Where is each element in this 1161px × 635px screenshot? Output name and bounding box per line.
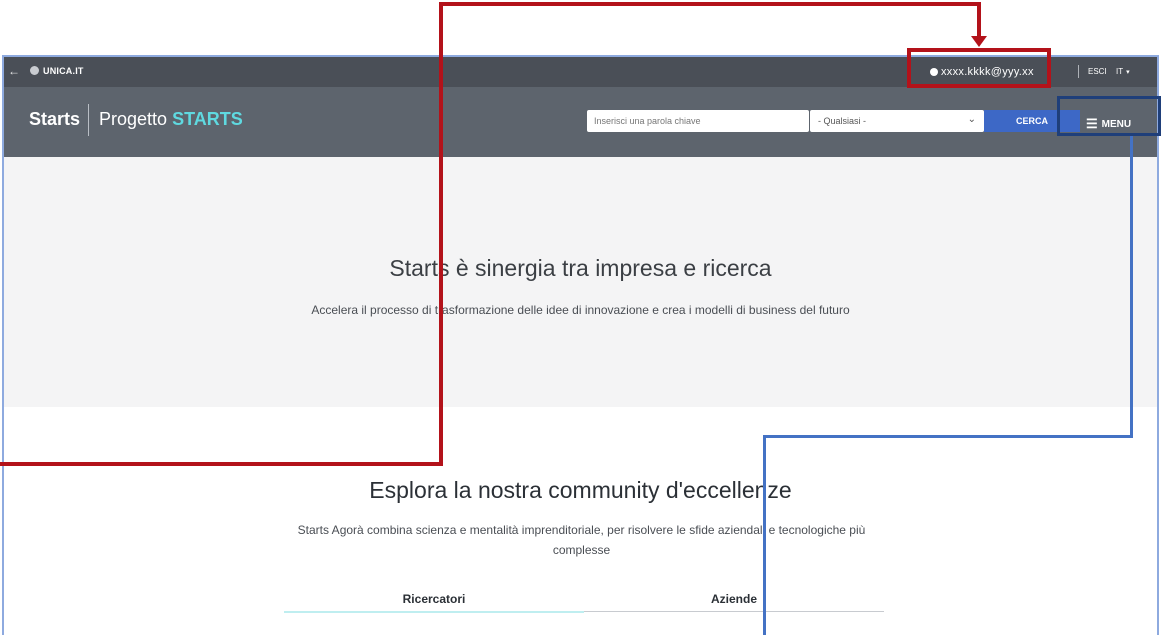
tab-aziende[interactable]: Aziende (584, 592, 884, 606)
logout-link[interactable]: ESCI (1088, 67, 1107, 76)
site-logo[interactable]: UNICA.IT (30, 66, 84, 76)
blue-line-vertical (763, 435, 766, 635)
active-tab-underline (284, 611, 584, 613)
university-seal-icon (30, 66, 39, 75)
red-line-top (439, 2, 981, 6)
red-line-left (0, 462, 442, 466)
project-title[interactable]: Progetto STARTS (99, 109, 243, 130)
hero-section: Starts è sinergia tra impresa e ricerca … (4, 157, 1157, 407)
site-header: Starts Progetto STARTS - Qualsiasi -⌄ CE… (4, 87, 1157, 157)
menu-highlight-box (1057, 96, 1161, 136)
red-line-vertical (439, 2, 443, 466)
language-label: IT (1116, 67, 1124, 76)
red-arrow-icon (971, 36, 987, 47)
tab-underline (584, 611, 884, 612)
blue-line-down (1130, 136, 1133, 438)
community-title: Esplora la nostra community d'eccellenze (369, 477, 792, 503)
chevron-down-icon: ⌄ (967, 114, 976, 125)
select-value: - Qualsiasi - (818, 116, 867, 126)
project-name: STARTS (172, 109, 243, 129)
blue-line-horizontal (763, 435, 1133, 438)
brand-logo[interactable]: Starts (29, 109, 80, 130)
red-line-down (977, 2, 981, 38)
arrow-left-icon[interactable]: ← (8, 64, 20, 78)
chevron-down-icon: ▾ (1126, 69, 1130, 76)
divider (1078, 65, 1079, 78)
tab-ricercatori[interactable]: Ricercatori (284, 592, 584, 606)
hero-subtitle: Accelera il processo di trasformazione d… (311, 303, 850, 317)
email-highlight-box (907, 48, 1051, 88)
community-section: Esplora la nostra community d'eccellenze… (4, 407, 1157, 635)
category-select[interactable]: - Qualsiasi - ⌄ (810, 110, 984, 132)
search-input[interactable] (587, 110, 809, 132)
brand-divider (88, 104, 89, 136)
community-description: Starts Agorà combina scienza e mentalità… (297, 523, 866, 557)
project-prefix: Progetto (99, 109, 168, 129)
browser-frame: ← UNICA.IT xxxx.kkkk@yyy.xx ESCI IT ▾ Sta… (2, 55, 1159, 635)
language-selector[interactable]: IT ▾ (1116, 67, 1130, 76)
hero-title: Starts è sinergia tra impresa e ricerca (389, 255, 772, 281)
logo-text: UNICA.IT (43, 66, 84, 76)
